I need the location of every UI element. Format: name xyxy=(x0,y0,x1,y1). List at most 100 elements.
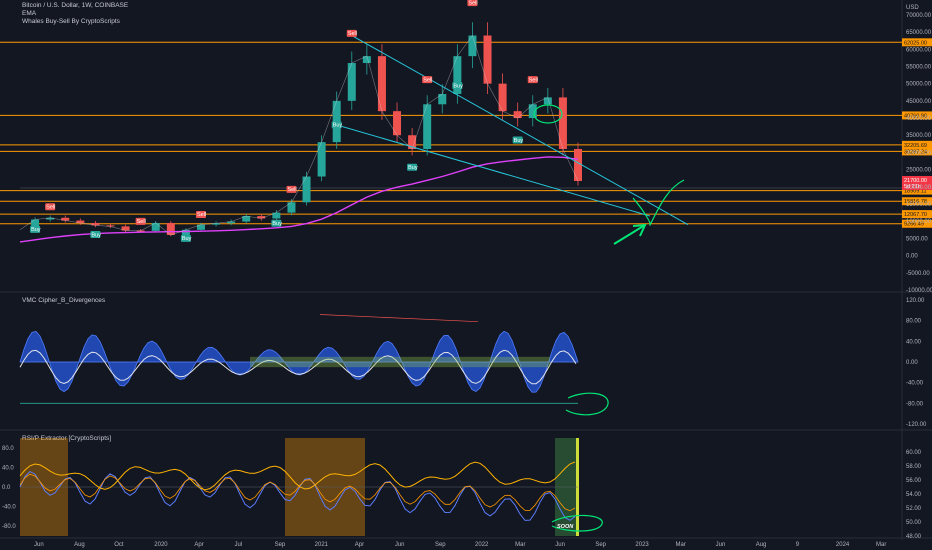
cipher-tick: -80.00 xyxy=(906,401,924,407)
price-tick: 70000.00 xyxy=(906,13,932,19)
rsi-right-tick: 54.00 xyxy=(906,492,922,498)
price-tick: 55000.00 xyxy=(906,64,932,70)
cipher-tick: 80.00 xyxy=(906,319,922,325)
buy-signal-label: Buy xyxy=(91,232,101,238)
rsi-pane xyxy=(19,438,579,536)
time-tick: 2023 xyxy=(635,542,649,548)
time-tick: 2020 xyxy=(154,542,168,548)
time-tick: Sep xyxy=(435,542,446,548)
time-tick: Apr xyxy=(194,542,203,548)
price-tick: 30000.00 xyxy=(906,150,932,156)
rsi-right-tick: 56.00 xyxy=(906,478,922,484)
price-tick: 25000.00 xyxy=(906,168,932,174)
candle-body xyxy=(574,149,582,181)
cipher-money-flow xyxy=(250,356,550,368)
price-tick: 20000.00 xyxy=(906,185,932,191)
candle-body xyxy=(468,35,477,57)
rsi-left-tick: 0.0 xyxy=(2,485,11,491)
price-tick: -5000.00 xyxy=(906,271,930,277)
rsi-left-tick: 40.0 xyxy=(2,466,14,472)
candle-body xyxy=(317,142,326,177)
time-tick: 2024 xyxy=(836,542,850,548)
buy-signal-label: Buy xyxy=(453,83,463,89)
candle-body xyxy=(528,104,537,119)
price-tick: 50000.00 xyxy=(906,82,932,88)
trendline-lower xyxy=(336,124,651,217)
cipher-tick: 40.00 xyxy=(906,339,922,345)
time-tick: Sep xyxy=(275,542,286,548)
candle-body xyxy=(498,83,507,112)
price-tick: 0.00 xyxy=(906,254,918,260)
time-tick: 2021 xyxy=(315,542,329,548)
buy-signal-label: Buy xyxy=(31,227,41,233)
candle-body xyxy=(558,97,567,149)
price-tick: 10000.00 xyxy=(906,219,932,225)
candle-body xyxy=(287,202,296,213)
trendline-descending xyxy=(351,35,689,226)
rsi-left-tick: -40.0 xyxy=(2,505,16,511)
rsi-right-tick: 52.00 xyxy=(906,506,922,512)
rsi-left-tick: 80.0 xyxy=(2,446,14,452)
buy-signal-label: Buy xyxy=(408,165,418,171)
price-lines: Sell Buy Sell Buy Sell Buy Sell Buy Sell Buy Sell B… xyxy=(19,0,689,243)
price-close-line xyxy=(19,34,579,236)
price-tick: 45000.00 xyxy=(906,99,932,105)
time-tick: Jul xyxy=(234,542,242,548)
candle-body xyxy=(438,93,447,105)
candle-body xyxy=(483,35,492,84)
cipher-pane xyxy=(19,314,579,404)
currency-label: USD xyxy=(906,5,919,11)
time-tick: Aug xyxy=(756,542,767,548)
price-tick: 5000.00 xyxy=(906,236,928,242)
chart-canvas[interactable]: 62025.0040760.9032205.6930297.2418909.11… xyxy=(0,0,932,550)
level-label: 62025.00 xyxy=(904,40,927,46)
time-tick: Mar xyxy=(676,542,686,548)
level-label: 12067.70 xyxy=(904,212,927,218)
price-tick: 65000.00 xyxy=(906,30,932,36)
annotation-arrow xyxy=(613,223,647,245)
time-tick: Jun xyxy=(395,542,405,548)
time-tick: Oct xyxy=(114,542,124,548)
cipher-tick: 0.00 xyxy=(906,360,918,366)
buy-signal-label: Buy xyxy=(514,138,524,144)
rsi-right-tick: 50.00 xyxy=(906,520,922,526)
candle-body xyxy=(302,176,311,203)
time-tick: Aug xyxy=(74,542,85,548)
bearish-divergence-line xyxy=(319,314,479,323)
price-tick: 15000.00 xyxy=(906,202,932,208)
sell-signal-label: Sell xyxy=(197,212,206,218)
price-tick: 60000.00 xyxy=(906,47,932,53)
time-tick: 9 xyxy=(796,542,800,548)
annotation-soon-text: SOON xyxy=(557,524,574,530)
cipher-tick: -120.00 xyxy=(906,422,927,428)
candle-body xyxy=(377,56,386,112)
time-tick: Jun xyxy=(555,542,565,548)
horizontal-levels: 62025.0040760.9032205.6930297.2418909.11… xyxy=(0,38,932,228)
cipher-tick: -40.00 xyxy=(906,381,924,387)
sell-signal-label: Sell xyxy=(137,219,146,225)
time-tick: Mar xyxy=(876,542,886,548)
annotation-circle-cipher xyxy=(565,392,609,416)
rsi-left-tick: -80.0 xyxy=(2,524,16,530)
candle-body xyxy=(166,222,175,235)
sell-signal-label: Sell xyxy=(46,205,55,211)
time-tick: Mar xyxy=(515,542,525,548)
rsi-right-tick: 60.00 xyxy=(906,450,922,456)
price-tick: 40000.00 xyxy=(906,116,932,122)
candle-body xyxy=(423,104,432,149)
rsi-right-tick: 48.00 xyxy=(906,534,922,540)
time-tick: Jun xyxy=(716,542,726,548)
candle-body xyxy=(347,63,356,101)
sell-signal-label: Sell xyxy=(468,0,477,6)
price-tick: 35000.00 xyxy=(906,133,932,139)
rsi-right-tick: 58.00 xyxy=(906,464,922,470)
candle-body xyxy=(393,111,402,136)
time-tick: Sep xyxy=(595,542,606,548)
buy-signal-label: Buy xyxy=(182,236,192,242)
time-tick: Apr xyxy=(355,542,364,548)
buy-signal-label: Buy xyxy=(272,221,282,227)
sell-signal-label: Sell xyxy=(287,187,296,193)
cipher-tick: 120.00 xyxy=(906,298,925,304)
sell-signal-label: Sell xyxy=(423,77,432,83)
ema-line xyxy=(19,156,579,243)
